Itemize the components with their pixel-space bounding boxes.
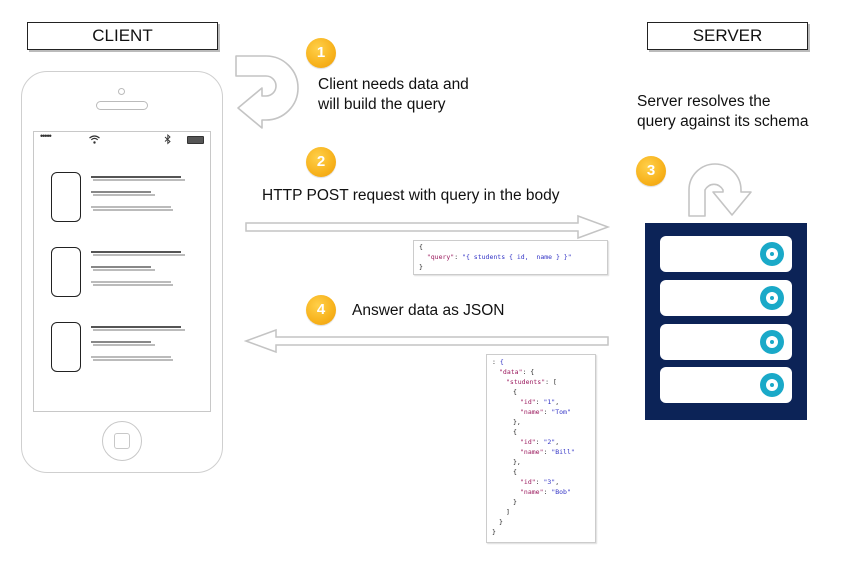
phone-camera <box>118 88 125 95</box>
curved-arrow-icon <box>235 55 299 129</box>
list-item-detail-line <box>93 209 173 211</box>
list-item-detail-line <box>93 284 173 286</box>
list-item-subtitle-line <box>91 341 151 343</box>
json-line: "name": "Bill" <box>520 448 575 456</box>
json-value: "3" <box>543 478 556 486</box>
server-unit <box>660 236 792 272</box>
list-item-detail-line <box>91 206 171 208</box>
step-1-line-1: Client needs data and <box>318 76 469 93</box>
step-3-badge: 3 <box>636 156 666 186</box>
list-item-subtitle-line <box>93 194 155 196</box>
json-value: "Bill" <box>551 448 575 456</box>
json-line: }, <box>513 458 521 466</box>
json-line: } <box>513 498 517 506</box>
step-1-line-2: will build the query <box>318 96 446 113</box>
step-3-line-1: Server resolves the <box>637 93 771 110</box>
request-json-box: { "query": "{ students { id, name } }" } <box>413 240 608 275</box>
json-brace: } <box>419 263 423 271</box>
step-4-badge: 4 <box>306 295 336 325</box>
step-3-line-2: query against its schema <box>637 113 809 130</box>
phone-home-button <box>102 421 142 461</box>
list-item-title-line <box>93 329 185 331</box>
json-line: "name": "Tom" <box>520 408 571 416</box>
server-unit <box>660 324 792 360</box>
json-line: "name": "Bob" <box>520 488 571 496</box>
json-line: : { <box>492 358 504 366</box>
json-value: "2" <box>543 438 556 446</box>
wifi-icon <box>89 135 100 144</box>
json-value: "Bob" <box>551 488 571 496</box>
json-line: "id": "2", <box>520 438 560 446</box>
server-unit <box>660 280 792 316</box>
step-4-caption: Answer data as JSON <box>352 302 505 319</box>
json-value: "1" <box>543 398 556 406</box>
list-item-subtitle-line <box>93 269 155 271</box>
list-item-title-line <box>91 251 181 253</box>
list-item-title-line <box>91 326 181 328</box>
signal-indicator: ••••• <box>40 131 52 141</box>
json-key: "id" <box>520 478 536 486</box>
json-key: "data" <box>499 368 523 376</box>
json-brace: { <box>419 243 423 251</box>
list-item-thumbnail <box>51 322 81 372</box>
json-line: "students": [ <box>506 378 557 386</box>
json-line: { <box>513 388 517 396</box>
json-line: { <box>513 428 517 436</box>
list-item-title-line <box>93 179 185 181</box>
list-item-title-line <box>91 176 181 178</box>
response-json-box: : {"data": {"students": [{"id": "1", "nam… <box>486 354 596 543</box>
json-line: } <box>499 518 503 526</box>
list-item-detail-line <box>91 281 171 283</box>
json-key: "name" <box>520 408 544 416</box>
step-2-caption: HTTP POST request with query in the body <box>262 187 560 204</box>
list-item-subtitle-line <box>91 191 151 193</box>
list-item-subtitle-line <box>93 344 155 346</box>
json-value: "{ students { id, name } }" <box>462 253 572 261</box>
json-line: { <box>513 468 517 476</box>
json-line: "id": "1", <box>520 398 560 406</box>
phone-speaker <box>96 101 148 110</box>
phone-screen: ••••• <box>33 131 211 412</box>
json-value: "Tom" <box>551 408 571 416</box>
json-key: "id" <box>520 438 536 446</box>
list-item-detail-line <box>91 356 171 358</box>
step-1-caption: Client needs data and will build the que… <box>318 75 469 115</box>
json-line: "id": "3", <box>520 478 560 486</box>
list-item-thumbnail <box>51 172 81 222</box>
bluetooth-icon <box>164 134 171 145</box>
step-2-badge: 2 <box>306 147 336 177</box>
json-key: "students" <box>506 378 546 386</box>
list-item-subtitle-line <box>91 266 151 268</box>
server-title: SERVER <box>647 22 808 50</box>
json-sep: : <box>454 253 463 261</box>
json-key: "name" <box>520 488 544 496</box>
response-arrow-left <box>244 328 609 354</box>
json-value: { <box>499 358 504 366</box>
json-line: }, <box>513 418 521 426</box>
json-line: "data": { <box>499 368 535 376</box>
json-line: } <box>492 528 496 536</box>
step-1-badge: 1 <box>306 38 336 68</box>
json-key: "id" <box>520 398 536 406</box>
step-3-caption: Server resolves the query against its sc… <box>637 92 808 132</box>
json-key: "query" <box>426 253 455 261</box>
server-unit <box>660 367 792 403</box>
request-arrow-right <box>245 214 611 240</box>
client-title: CLIENT <box>27 22 218 50</box>
list-item-title-line <box>93 254 185 256</box>
home-square-icon <box>114 433 130 449</box>
json-key: "name" <box>520 448 544 456</box>
json-line: ] <box>506 508 510 516</box>
battery-icon <box>187 136 204 144</box>
list-item-thumbnail <box>51 247 81 297</box>
curved-arrow-icon <box>688 163 752 217</box>
list-item-detail-line <box>93 359 173 361</box>
